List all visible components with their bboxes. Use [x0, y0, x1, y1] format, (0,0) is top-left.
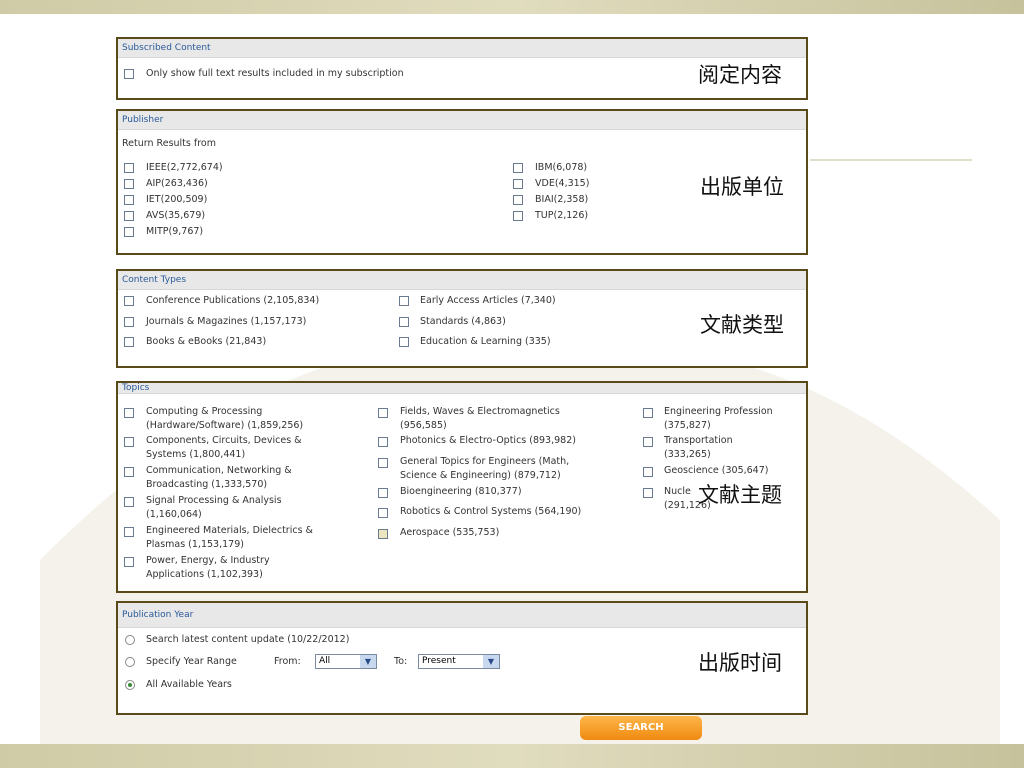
- content-types-panel: Content Types Conference Publications (2…: [116, 269, 808, 368]
- bottom-decorative-bar: [0, 744, 1024, 768]
- topic-option: Communication, Networking & Broadcasting …: [146, 465, 292, 490]
- chevron-down-icon: ▼: [483, 655, 499, 668]
- latest-update-label: Search latest content update (10/22/2012…: [146, 634, 350, 645]
- content-type-option: Standards (4,863): [420, 316, 506, 327]
- topic-option: Photonics & Electro-Optics (893,982): [400, 435, 576, 446]
- content-type-checkbox[interactable]: [124, 296, 134, 306]
- cn-label-topics: 文献主题: [698, 483, 782, 507]
- content-type-option: Education & Learning (335): [420, 336, 551, 347]
- topics-panel: Topics Computing & Processing (Hardware/S…: [116, 381, 808, 593]
- publisher-checkbox[interactable]: [124, 211, 134, 221]
- publisher-option: AVS(35,679): [146, 210, 206, 221]
- publisher-checkbox[interactable]: [513, 179, 523, 189]
- content-type-checkbox[interactable]: [399, 337, 409, 347]
- topic-option: Fields, Waves & Electromagnetics (956,585…: [400, 406, 560, 431]
- topic-checkbox[interactable]: [378, 458, 388, 468]
- topics-header: Topics: [118, 383, 806, 394]
- topic-checkbox[interactable]: [378, 488, 388, 498]
- topic-option: Geoscience (305,647): [664, 465, 769, 476]
- all-years-radio[interactable]: [125, 680, 135, 690]
- topic-option: Robotics & Control Systems (564,190): [400, 506, 582, 517]
- topic-option: Power, Energy, & Industry Applications (1…: [146, 555, 270, 580]
- topic-checkbox[interactable]: [378, 529, 388, 539]
- topic-option: General Topics for Engineers (Math, Scien…: [400, 456, 570, 481]
- cn-label-publisher: 出版单位: [700, 175, 784, 199]
- publisher-option: VDE(4,315): [535, 178, 590, 189]
- publisher-option: MITP(9,767): [146, 226, 204, 237]
- publisher-checkbox[interactable]: [124, 195, 134, 205]
- publisher-checkbox[interactable]: [513, 211, 523, 221]
- to-label: To:: [394, 656, 408, 667]
- content-type-option: Journals & Magazines (1,157,173): [146, 316, 307, 327]
- year-range-label: Specify Year Range: [146, 656, 237, 667]
- subscribed-content-header: Subscribed Content: [118, 39, 806, 58]
- publisher-option: BIAI(2,358): [535, 194, 589, 205]
- topic-option: Engineering Profession (375,827): [664, 406, 773, 431]
- content-type-option: Books & eBooks (21,843): [146, 336, 267, 347]
- topic-checkbox[interactable]: [378, 408, 388, 418]
- topic-checkbox[interactable]: [124, 527, 134, 537]
- year-range-radio[interactable]: [125, 657, 135, 667]
- topic-checkbox[interactable]: [643, 437, 653, 447]
- cn-label-content-types: 文献类型: [700, 313, 784, 337]
- topic-checkbox[interactable]: [378, 437, 388, 447]
- publisher-checkbox[interactable]: [124, 163, 134, 173]
- publisher-option: IBM(6,078): [535, 162, 588, 173]
- from-year-value: All: [319, 656, 331, 666]
- content-type-checkbox[interactable]: [399, 296, 409, 306]
- topic-option: Transportation (333,265): [664, 435, 733, 460]
- cn-label-subscribed: 阅定内容: [698, 63, 782, 87]
- topic-checkbox[interactable]: [124, 557, 134, 567]
- content-type-checkbox[interactable]: [124, 317, 134, 327]
- publication-year-header: Publication Year: [118, 603, 806, 628]
- topic-option: Components, Circuits, Devices & Systems (…: [146, 435, 302, 460]
- publication-year-panel: Publication Year Search latest content u…: [116, 601, 808, 715]
- subscription-checkbox[interactable]: [124, 69, 134, 79]
- topic-option: Computing & Processing (Hardware/Software…: [146, 406, 304, 431]
- publisher-panel: Publisher Return Results from IEEE(2,772…: [116, 109, 808, 255]
- publisher-option: IEEE(2,772,674): [146, 162, 223, 173]
- to-year-select[interactable]: Present ▼: [418, 654, 500, 669]
- topic-option: Engineered Materials, Dielectrics & Plasm…: [146, 525, 313, 550]
- topic-checkbox[interactable]: [643, 408, 653, 418]
- content-type-option: Early Access Articles (7,340): [420, 295, 556, 306]
- topic-checkbox[interactable]: [643, 467, 653, 477]
- subscribed-content-panel: Subscribed Content Only show full text r…: [116, 37, 808, 100]
- publisher-checkbox[interactable]: [513, 195, 523, 205]
- search-button[interactable]: SEARCH: [580, 716, 702, 740]
- topic-checkbox[interactable]: [643, 488, 653, 498]
- topic-option: Bioengineering (810,377): [400, 486, 522, 497]
- topic-option: Signal Processing & Analysis (1,160,064): [146, 495, 282, 520]
- publisher-checkbox[interactable]: [124, 227, 134, 237]
- publisher-checkbox[interactable]: [124, 179, 134, 189]
- content-type-option: Conference Publications (2,105,834): [146, 295, 320, 306]
- topic-checkbox[interactable]: [124, 467, 134, 477]
- publisher-option: AIP(263,436): [146, 178, 208, 189]
- all-years-label: All Available Years: [146, 679, 232, 690]
- topic-checkbox[interactable]: [124, 497, 134, 507]
- topic-checkbox[interactable]: [124, 437, 134, 447]
- content-type-checkbox[interactable]: [399, 317, 409, 327]
- topic-option: Aerospace (535,753): [400, 527, 500, 538]
- publisher-header: Publisher: [118, 111, 806, 130]
- chevron-down-icon: ▼: [360, 655, 376, 668]
- latest-update-radio[interactable]: [125, 635, 135, 645]
- from-label: From:: [274, 656, 301, 667]
- topic-checkbox[interactable]: [378, 508, 388, 518]
- cn-label-publication-year: 出版时间: [698, 651, 782, 675]
- subscription-option-label: Only show full text results included in …: [146, 68, 404, 79]
- content-type-checkbox[interactable]: [124, 337, 134, 347]
- topic-checkbox[interactable]: [124, 408, 134, 418]
- publisher-option: IET(200,509): [146, 194, 208, 205]
- from-year-select[interactable]: All ▼: [315, 654, 377, 669]
- publisher-option: TUP(2,126): [535, 210, 589, 221]
- publisher-intro: Return Results from: [122, 138, 216, 149]
- to-year-value: Present: [422, 656, 456, 666]
- content-types-header: Content Types: [118, 271, 806, 290]
- publisher-checkbox[interactable]: [513, 163, 523, 173]
